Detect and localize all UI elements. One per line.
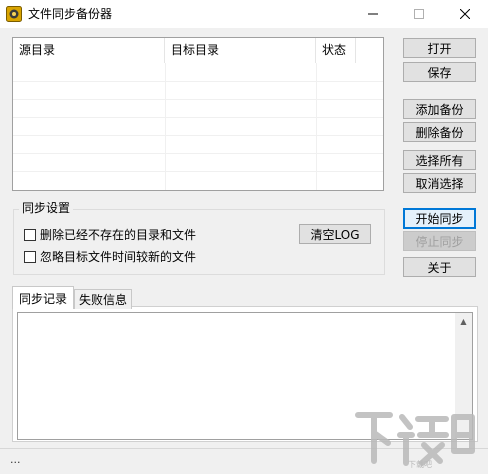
column-header-status[interactable]: 状态 [316,38,356,63]
column-divider [165,63,166,190]
table-row-line [13,135,383,136]
window-title: 文件同步备份器 [28,7,113,21]
delete-backup-button[interactable]: 删除备份 [403,122,476,142]
scroll-up-icon[interactable]: ▲ [455,313,472,330]
clear-log-button[interactable]: 清空LOG [299,224,371,244]
table-row-line [13,171,383,172]
minimize-icon [368,13,378,15]
select-all-button[interactable]: 选择所有 [403,150,476,170]
table-body[interactable] [13,63,383,190]
column-header-target[interactable]: 目标目录 [165,38,316,63]
column-header-source[interactable]: 源目录 [13,38,165,63]
table-row-line [13,153,383,154]
open-button[interactable]: 打开 [403,38,476,58]
status-text: ... [10,453,21,466]
close-icon [460,9,470,19]
minimize-button[interactable] [350,0,396,28]
table-row-line [13,117,383,118]
deselect-button[interactable]: 取消选择 [403,173,476,193]
option-ignore-newer[interactable]: 忽略目标文件时间较新的文件 [24,248,196,265]
stop-sync-button[interactable]: 停止同步 [403,231,476,251]
tab-failure-info[interactable]: 失败信息 [74,289,132,309]
maximize-button[interactable] [396,0,442,28]
column-divider [316,63,317,190]
option-ignore-newer-label: 忽略目标文件时间较新的文件 [40,250,197,264]
option-delete-missing[interactable]: 删除已经不存在的目录和文件 [24,226,196,243]
option-delete-missing-label: 删除已经不存在的目录和文件 [40,228,197,242]
table-row-line [13,81,383,82]
table-row-line [13,99,383,100]
app-logo-icon [6,6,22,22]
checkbox-delete-missing[interactable] [24,228,36,241]
watermark-logo: 下载吧 [350,405,485,471]
about-button[interactable]: 关于 [403,257,476,277]
watermark-text: 下载吧 [408,459,432,469]
add-backup-button[interactable]: 添加备份 [403,99,476,119]
checkbox-ignore-newer[interactable] [24,250,36,263]
start-sync-button[interactable]: 开始同步 [403,208,476,229]
maximize-icon [414,9,424,19]
backup-list-table[interactable]: 源目录 目标目录 状态 [12,37,384,191]
sync-settings-legend: 同步设置 [19,200,74,216]
close-button[interactable] [442,0,488,28]
save-button[interactable]: 保存 [403,62,476,82]
tab-sync-log[interactable]: 同步记录 [12,286,74,309]
